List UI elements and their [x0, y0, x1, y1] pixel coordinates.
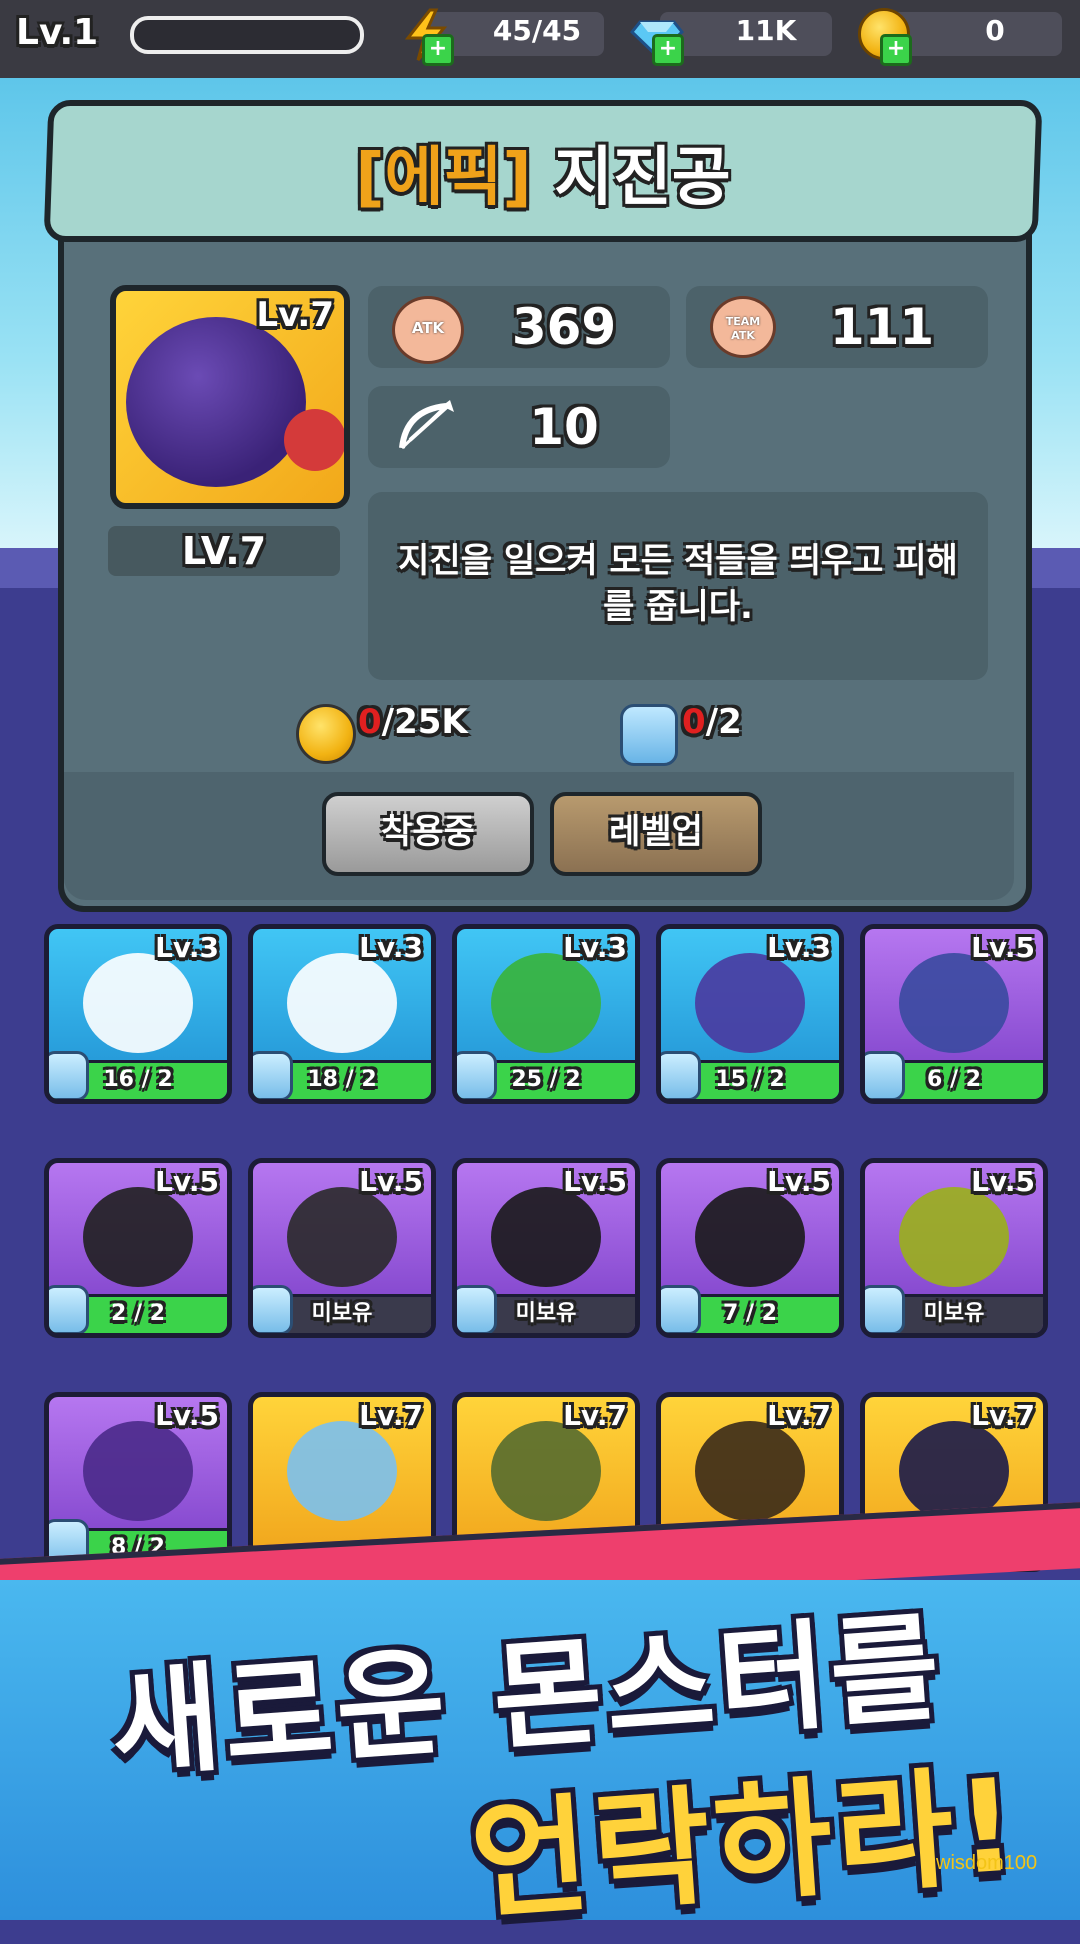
- gold-cost-need: /25K: [381, 702, 468, 742]
- gold-cost-have: 0: [358, 702, 382, 742]
- energy-counter[interactable]: + 45/45: [404, 8, 604, 66]
- team-atk-stat: TEAM ATK 111: [686, 286, 988, 368]
- xp-bar: [130, 16, 364, 54]
- monster-art: [126, 317, 306, 487]
- monster-card[interactable]: Lv.3 15 / 2: [656, 924, 844, 1104]
- gold-value: 0: [985, 14, 1005, 47]
- range-value: 10: [529, 398, 599, 456]
- monster-level: Lv.7: [767, 1399, 831, 1432]
- monster-level: Lv.3: [359, 931, 423, 964]
- banner-headline-2: 언락하라!: [466, 1750, 1025, 1938]
- monster-card[interactable]: Lv.3 18 / 2: [248, 924, 436, 1104]
- claw-team-atk-icon: TEAM ATK: [710, 296, 776, 358]
- monster-card[interactable]: Lv.5 6 / 2: [860, 924, 1048, 1104]
- monster-card[interactable]: Lv.3 25 / 2: [452, 924, 640, 1104]
- popup-title: [에픽] 지진공: [46, 126, 1040, 218]
- monster-art: [695, 953, 805, 1053]
- atk-value: 369: [511, 298, 617, 356]
- shard-gem-icon: [49, 1051, 89, 1099]
- monster-level: Lv.7: [971, 1399, 1035, 1432]
- shard-cost-need: /2: [705, 702, 742, 742]
- popup-footer: [64, 772, 1014, 900]
- monster-art: [83, 1187, 193, 1287]
- monster-level: Lv.3: [767, 931, 831, 964]
- monster-art: [899, 1187, 1009, 1287]
- monster-card[interactable]: Lv.5 7 / 2: [656, 1158, 844, 1338]
- team-atk-icon-label: TEAM ATK: [725, 315, 761, 342]
- monster-portrait: Lv.7: [110, 285, 350, 509]
- skill-description: 지진을 일으켜 모든 적들을 띄우고 피해를 줍니다.: [398, 541, 958, 627]
- monster-card[interactable]: Lv.5 미보유: [860, 1158, 1048, 1338]
- bow-icon: [399, 400, 454, 450]
- monster-level: Lv.5: [359, 1165, 423, 1198]
- monster-art: [491, 1187, 601, 1287]
- shard-gem-icon: [620, 704, 678, 766]
- monster-card[interactable]: Lv.5 미보유: [452, 1158, 640, 1338]
- shard-gem-icon: [49, 1285, 89, 1333]
- monster-card[interactable]: Lv.5 2 / 2: [44, 1158, 232, 1338]
- top-bar: Lv.1 + 45/45 + 11K + 0: [0, 0, 1080, 78]
- add-gold-icon[interactable]: +: [880, 34, 912, 66]
- portrait-level: Lv.7: [256, 295, 334, 335]
- monster-level: Lv.5: [971, 931, 1035, 964]
- monster-card[interactable]: Lv.3 16 / 2: [44, 924, 232, 1104]
- monster-art: [83, 953, 193, 1053]
- monster-level: Lv.5: [155, 1165, 219, 1198]
- level-label: LV.7: [108, 526, 340, 576]
- monster-level: Lv.7: [359, 1399, 423, 1432]
- player-level: Lv.1: [16, 12, 99, 53]
- monster-art: [899, 953, 1009, 1053]
- add-energy-icon[interactable]: +: [422, 34, 454, 66]
- gold-cost: 0/25K: [358, 702, 468, 742]
- range-stat: 10: [368, 386, 670, 468]
- shard-cost-have: 0: [682, 702, 706, 742]
- claw-atk-icon: ATK: [392, 296, 464, 364]
- add-gem-icon[interactable]: +: [652, 34, 684, 66]
- shard-gem-icon: [253, 1051, 293, 1099]
- monster-art: [491, 953, 601, 1053]
- energy-value: 45/45: [492, 14, 582, 47]
- shard-gem-icon: [661, 1285, 701, 1333]
- monster-level: Lv.5: [563, 1165, 627, 1198]
- atk-stat: ATK 369: [368, 286, 670, 368]
- monster-card[interactable]: Lv.5 미보유: [248, 1158, 436, 1338]
- monster-level: Lv.7: [563, 1399, 627, 1432]
- gold-coin-icon: [296, 704, 356, 764]
- skill-description-box: 지진을 일으켜 모든 적들을 띄우고 피해를 줍니다.: [368, 492, 988, 680]
- monster-name: 지진공: [553, 141, 731, 215]
- shard-gem-icon: [661, 1051, 701, 1099]
- shard-gem-icon: [865, 1051, 905, 1099]
- monster-level: Lv.5: [767, 1165, 831, 1198]
- rarity-tag: [에픽]: [355, 141, 532, 215]
- watermark: wisdom100: [936, 1852, 1038, 1874]
- shard-cost: 0/2: [682, 702, 742, 742]
- monster-level: Lv.5: [155, 1399, 219, 1432]
- monster-art: [287, 1187, 397, 1287]
- atk-icon-label: ATK: [411, 319, 445, 337]
- monster-level: Lv.5: [971, 1165, 1035, 1198]
- monster-level: Lv.3: [155, 931, 219, 964]
- fist-art: [284, 409, 344, 471]
- monster-art: [83, 1421, 193, 1521]
- monster-level: Lv.3: [563, 931, 627, 964]
- shard-gem-icon: [457, 1051, 497, 1099]
- gem-value: 11K: [735, 14, 797, 47]
- monster-art: [491, 1421, 601, 1521]
- monster-art: [287, 953, 397, 1053]
- monster-art: [695, 1421, 805, 1521]
- shard-gem-icon: [253, 1285, 293, 1333]
- monster-art: [695, 1187, 805, 1287]
- equipped-button[interactable]: 착용중: [322, 792, 534, 876]
- monster-art: [287, 1421, 397, 1521]
- gem-counter[interactable]: + 11K: [630, 12, 832, 66]
- monster-card[interactable]: Lv.5 8 / 2: [44, 1392, 232, 1572]
- gold-counter[interactable]: + 0: [858, 8, 1062, 66]
- shard-gem-icon: [865, 1285, 905, 1333]
- levelup-button[interactable]: 레벨업: [550, 792, 762, 876]
- team-atk-value: 111: [829, 298, 935, 356]
- shard-gem-icon: [457, 1285, 497, 1333]
